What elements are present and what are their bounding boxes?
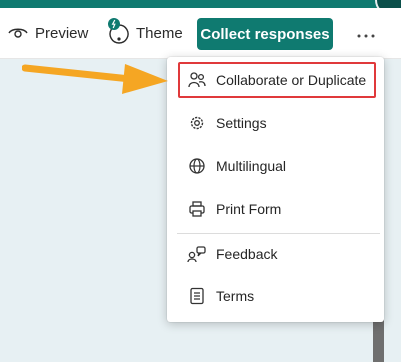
more-options-menu: Collaborate or Duplicate Settings Multil… (167, 57, 384, 322)
menu-item-print-form[interactable]: Print Form (167, 189, 384, 229)
globe-icon (186, 155, 208, 177)
gear-icon (186, 112, 208, 134)
menu-item-label: Settings (216, 115, 267, 131)
menu-item-label: Feedback (216, 246, 278, 262)
menu-item-label: Multilingual (216, 158, 287, 174)
feedback-icon (186, 243, 208, 265)
menu-item-terms[interactable]: Terms (167, 276, 384, 316)
theme-label: Theme (136, 24, 183, 42)
menu-item-label: Collaborate or Duplicate (216, 72, 367, 88)
more-options-button[interactable] (352, 20, 380, 48)
menu-item-settings[interactable]: Settings (167, 103, 384, 143)
menu-item-multilingual[interactable]: Multilingual (167, 146, 384, 186)
more-horizontal-icon (357, 25, 375, 43)
top-band (0, 0, 401, 8)
pointer-arrow (22, 64, 168, 94)
menu-item-feedback[interactable]: Feedback (167, 234, 384, 274)
palette-icon (106, 18, 132, 48)
printer-icon (186, 198, 208, 220)
menu-item-label: Print Form (216, 201, 282, 217)
eye-icon (8, 26, 28, 40)
preview-label: Preview (35, 24, 89, 42)
menu-item-label: Terms (216, 288, 255, 304)
theme-button[interactable]: Theme (106, 8, 183, 58)
collect-responses-button[interactable]: Collect responses (197, 18, 333, 50)
document-icon (186, 285, 208, 307)
preview-button[interactable]: Preview (8, 8, 88, 58)
menu-item-collaborate-or-duplicate[interactable]: Collaborate or Duplicate (167, 60, 384, 100)
form-toolbar: Preview Theme Collect responses (0, 8, 401, 59)
people-icon (186, 69, 208, 91)
